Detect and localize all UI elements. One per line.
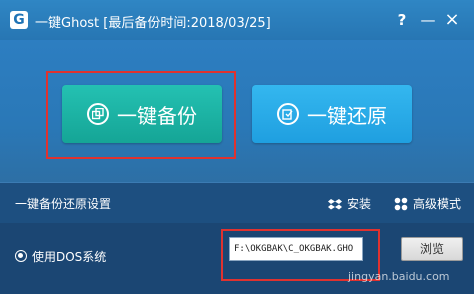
- main-panel: 一键备份 一键还原: [0, 40, 474, 182]
- app-logo-icon: G: [10, 11, 28, 29]
- settings-title: 一键备份还原设置: [15, 197, 112, 211]
- app-window: G 一键Ghost [最后备份时间:2018/03/25] ? — × 一键备份: [0, 0, 474, 294]
- title-bar: G 一键Ghost [最后备份时间:2018/03/25] ? — ×: [0, 0, 474, 40]
- restore-icon: [277, 103, 299, 125]
- backup-label: 一键备份: [117, 103, 197, 128]
- browse-button[interactable]: 浏览: [401, 237, 463, 261]
- help-button[interactable]: ?: [392, 10, 412, 30]
- dos-label[interactable]: 使用DOS系统: [32, 248, 106, 265]
- advanced-mode-button[interactable]: 高级模式: [394, 195, 461, 212]
- install-label: 安装: [347, 197, 372, 211]
- dropbox-icon: [328, 197, 342, 211]
- minimize-button[interactable]: —: [418, 10, 438, 30]
- bottom-panel: 使用DOS系统 F:\OKGBAK\C_OKGBAK.GHO 浏览: [0, 223, 474, 294]
- settings-bar: 一键备份还原设置 安装 高级模式: [0, 182, 474, 223]
- copy-icon: [87, 103, 109, 125]
- one-key-backup-button[interactable]: 一键备份: [62, 85, 222, 143]
- window-title: 一键Ghost [最后备份时间:2018/03/25]: [35, 16, 271, 31]
- backup-path-field[interactable]: F:\OKGBAK\C_OKGBAK.GHO: [229, 237, 363, 261]
- watermark: jingyan.baidu.com: [348, 270, 450, 283]
- one-key-restore-button[interactable]: 一键还原: [252, 85, 412, 143]
- grid-icon: [394, 197, 408, 211]
- close-button[interactable]: ×: [442, 10, 462, 30]
- advanced-mode-label: 高级模式: [413, 197, 462, 211]
- dos-radio[interactable]: [15, 250, 27, 262]
- install-button[interactable]: 安装: [328, 195, 371, 212]
- restore-label: 一键还原: [307, 103, 387, 128]
